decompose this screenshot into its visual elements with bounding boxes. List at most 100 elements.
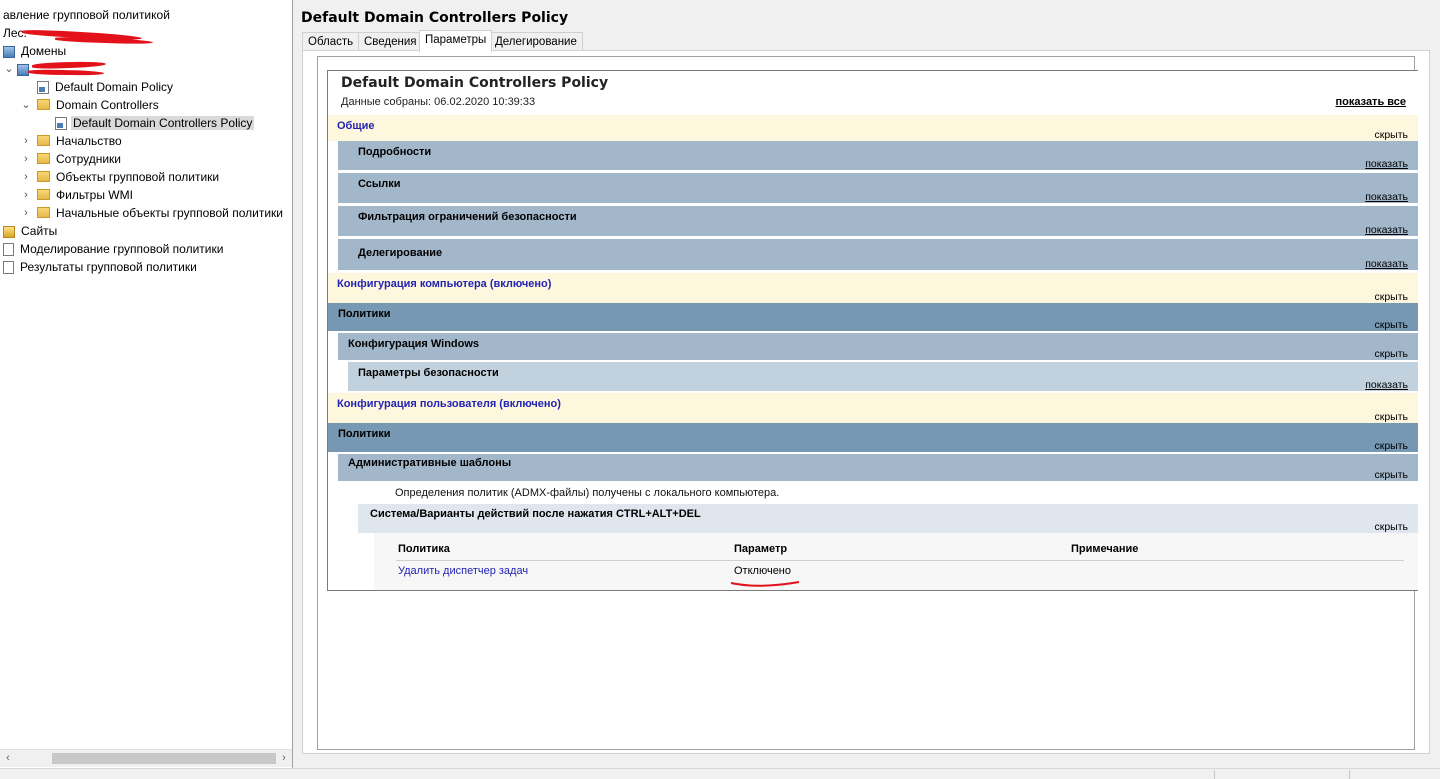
tree-item-label: Фильтры WMI bbox=[56, 188, 133, 202]
hide-link[interactable]: скрыть bbox=[1374, 348, 1408, 360]
chevron-right-icon[interactable]: › bbox=[20, 132, 32, 150]
tree-header: авление групповой политикой bbox=[3, 6, 170, 24]
tree-item-gp-modeling[interactable]: Моделирование групповой политики bbox=[3, 240, 225, 258]
scroll-right-arrow-icon[interactable]: › bbox=[276, 750, 292, 767]
section-title: Конфигурация пользователя (включено) bbox=[337, 398, 561, 410]
hide-link[interactable]: скрыть bbox=[1374, 411, 1408, 423]
domains-icon bbox=[3, 46, 15, 58]
tree-item-label: Домены bbox=[21, 44, 67, 58]
chevron-right-icon[interactable]: › bbox=[20, 150, 32, 168]
redaction-mark bbox=[27, 69, 105, 76]
show-link[interactable]: показать bbox=[1365, 158, 1408, 170]
section-security-filtering: Фильтрация ограничений безопасности пока… bbox=[338, 206, 1418, 238]
tree-item-label: Сотрудники bbox=[56, 152, 121, 166]
show-all-link[interactable]: показать все bbox=[1336, 96, 1407, 108]
gpo-report: Default Domain Controllers Policy Данные… bbox=[327, 70, 1418, 591]
ou-folder-icon bbox=[37, 135, 50, 146]
tree-horizontal-scrollbar[interactable]: ‹ › bbox=[0, 749, 292, 767]
tree-item-default-domain-policy[interactable]: Default Domain Policy bbox=[37, 78, 175, 96]
gpo-folder-icon bbox=[37, 171, 50, 182]
section-computer-policies: Политики скрыть bbox=[328, 303, 1418, 333]
chevron-down-icon[interactable]: ⌄ bbox=[3, 60, 15, 78]
chevron-right-icon[interactable]: › bbox=[20, 168, 32, 186]
tab-details[interactable]: Сведения bbox=[358, 32, 423, 52]
hide-link[interactable]: скрыть bbox=[1374, 319, 1408, 331]
section-title: Система/Варианты действий после нажатия … bbox=[370, 508, 701, 520]
report-collected-date: Данные собраны: 06.02.2020 10:39:33 bbox=[341, 96, 536, 108]
tree-item-gpo-objects[interactable]: Объекты групповой политики bbox=[37, 168, 221, 186]
section-title: Фильтрация ограничений безопасности bbox=[358, 211, 577, 223]
section-title: Параметры безопасности bbox=[358, 367, 499, 379]
show-link[interactable]: показать bbox=[1365, 224, 1408, 236]
chevron-down-icon[interactable]: ⌄ bbox=[20, 96, 32, 114]
column-header-comment: Примечание bbox=[1071, 543, 1139, 555]
show-link[interactable]: показать bbox=[1365, 191, 1408, 203]
section-delegation: Делегирование показать bbox=[338, 239, 1418, 272]
section-admin-templates: Административные шаблоны скрыть bbox=[338, 454, 1418, 483]
column-header-setting: Параметр bbox=[734, 543, 788, 555]
policy-table: Политика Параметр Примечание Удалить дис… bbox=[374, 533, 1418, 590]
hide-link[interactable]: скрыть bbox=[1374, 129, 1408, 141]
section-general: Общие скрыть bbox=[328, 115, 1418, 141]
results-icon bbox=[3, 261, 14, 274]
report-frame: Default Domain Controllers Policy Данные… bbox=[317, 56, 1418, 750]
admx-note: Определения политик (ADMX-файлы) получен… bbox=[395, 487, 780, 499]
sites-icon bbox=[3, 226, 15, 238]
tab-settings[interactable]: Параметры bbox=[419, 30, 493, 53]
chevron-right-icon[interactable]: › bbox=[20, 186, 32, 204]
policy-setting-value: Отключено bbox=[734, 565, 791, 577]
tree-item-wmi-filters[interactable]: Фильтры WMI bbox=[37, 186, 135, 204]
tab-delegation[interactable]: Делегирование bbox=[489, 32, 583, 52]
section-user-policies: Политики скрыть bbox=[328, 423, 1418, 454]
section-title: Административные шаблоны bbox=[348, 457, 512, 469]
modeling-icon bbox=[3, 243, 14, 256]
settings-tab-body: Default Domain Controllers Policy Данные… bbox=[302, 50, 1430, 754]
section-title: Подробности bbox=[358, 146, 432, 158]
scroll-left-arrow-icon[interactable]: ‹ bbox=[0, 750, 16, 767]
tree-item-domain-controllers[interactable]: Domain Controllers bbox=[37, 96, 161, 114]
chevron-right-icon[interactable]: › bbox=[20, 204, 32, 222]
tree-item-nachalstvo[interactable]: Начальство bbox=[37, 132, 124, 150]
report-title: Default Domain Controllers Policy bbox=[341, 75, 609, 91]
section-user-config: Конфигурация пользователя (включено) скр… bbox=[328, 393, 1418, 423]
tree-header-label: авление групповой политикой bbox=[3, 8, 170, 22]
section-title: Делегирование bbox=[358, 247, 443, 259]
show-link[interactable]: показать bbox=[1365, 379, 1408, 391]
tree-item-label: Результаты групповой политики bbox=[20, 260, 197, 274]
tree-item-label: Default Domain Controllers Policy bbox=[71, 116, 255, 130]
tree-item-label: Сайты bbox=[21, 224, 58, 238]
show-link[interactable]: показать bbox=[1365, 258, 1408, 270]
tree-item-label: Объекты групповой политики bbox=[56, 170, 220, 184]
column-header-policy: Политика bbox=[398, 543, 450, 555]
status-bar bbox=[0, 768, 1440, 779]
tree-item-sites[interactable]: Сайты bbox=[3, 222, 59, 240]
gpo-link-icon bbox=[55, 117, 67, 130]
section-details: Подробности показать bbox=[338, 141, 1418, 172]
tree-item-gp-results[interactable]: Результаты групповой политики bbox=[3, 258, 199, 276]
section-title: Конфигурация Windows bbox=[348, 338, 480, 350]
section-title: Политики bbox=[338, 428, 391, 440]
wmi-filter-folder-icon bbox=[37, 189, 50, 200]
section-title: Общие bbox=[337, 120, 375, 132]
tree-item-domains[interactable]: Домены bbox=[3, 42, 68, 60]
tree-item-domain[interactable] bbox=[17, 60, 37, 78]
tab-scope[interactable]: Область bbox=[302, 32, 360, 52]
redaction-mark bbox=[31, 60, 107, 70]
starter-gpo-folder-icon bbox=[37, 207, 50, 218]
hide-link[interactable]: скрыть bbox=[1374, 469, 1408, 481]
console-tree[interactable]: авление групповой политикой Лес: Домены … bbox=[0, 0, 293, 768]
hide-link[interactable]: скрыть bbox=[1374, 521, 1408, 533]
details-pane: Default Domain Controllers Policy Област… bbox=[297, 6, 1440, 768]
tree-item-sotrudniki[interactable]: Сотрудники bbox=[37, 150, 123, 168]
tree-item-starter-gpos[interactable]: Начальные объекты групповой политики bbox=[37, 204, 285, 222]
policy-link-remove-task-manager[interactable]: Удалить диспетчер задач bbox=[398, 565, 528, 577]
section-title: Политики bbox=[338, 308, 391, 320]
section-title: Ссылки bbox=[358, 178, 401, 190]
hide-link[interactable]: скрыть bbox=[1374, 291, 1408, 303]
section-title: Конфигурация компьютера (включено) bbox=[337, 278, 552, 290]
scroll-thumb[interactable] bbox=[52, 753, 276, 764]
ou-folder-icon bbox=[37, 153, 50, 164]
tree-item-default-dc-policy[interactable]: Default Domain Controllers Policy bbox=[55, 114, 255, 132]
hide-link[interactable]: скрыть bbox=[1374, 440, 1408, 452]
tree-item-label: Моделирование групповой политики bbox=[20, 242, 224, 256]
